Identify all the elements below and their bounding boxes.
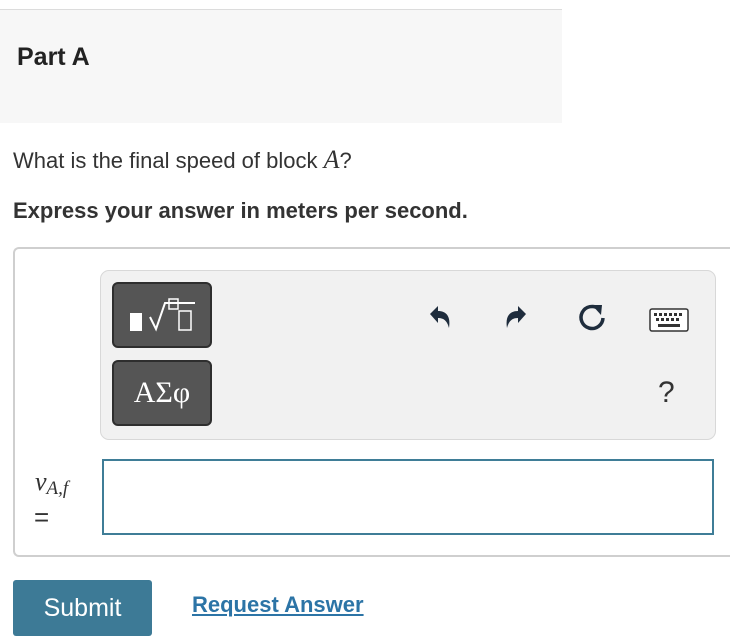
question-variable: A xyxy=(323,145,340,174)
keyboard-icon xyxy=(649,308,689,332)
templates-button[interactable] xyxy=(112,282,212,348)
answer-variable: v xyxy=(35,467,47,496)
reset-icon xyxy=(579,304,605,331)
templates-icon xyxy=(130,298,195,332)
equals-sign: = xyxy=(34,502,50,532)
help-button[interactable]: ? xyxy=(658,376,675,410)
answer-input[interactable] xyxy=(102,459,714,535)
redo-icon xyxy=(506,306,526,328)
redo-button[interactable] xyxy=(498,300,534,336)
keyboard-button[interactable] xyxy=(648,306,690,334)
instruction-text: Express your answer in meters per second… xyxy=(13,198,468,223)
question-text: What is the final speed of block A? xyxy=(13,145,352,175)
answer-subscript: A,f xyxy=(46,478,69,499)
question-prefix: What is the final speed of block xyxy=(13,148,324,173)
submit-button[interactable]: Submit xyxy=(13,580,152,636)
undo-button[interactable] xyxy=(422,300,458,336)
request-answer-link[interactable]: Request Answer xyxy=(192,592,364,618)
reset-button[interactable] xyxy=(574,300,610,336)
part-title: Part A xyxy=(17,43,90,71)
undo-icon xyxy=(430,306,450,328)
symbols-button[interactable]: ΑΣφ xyxy=(112,360,212,426)
question-suffix: ? xyxy=(339,148,352,173)
answer-variable-label: vA,f xyxy=(35,467,68,500)
